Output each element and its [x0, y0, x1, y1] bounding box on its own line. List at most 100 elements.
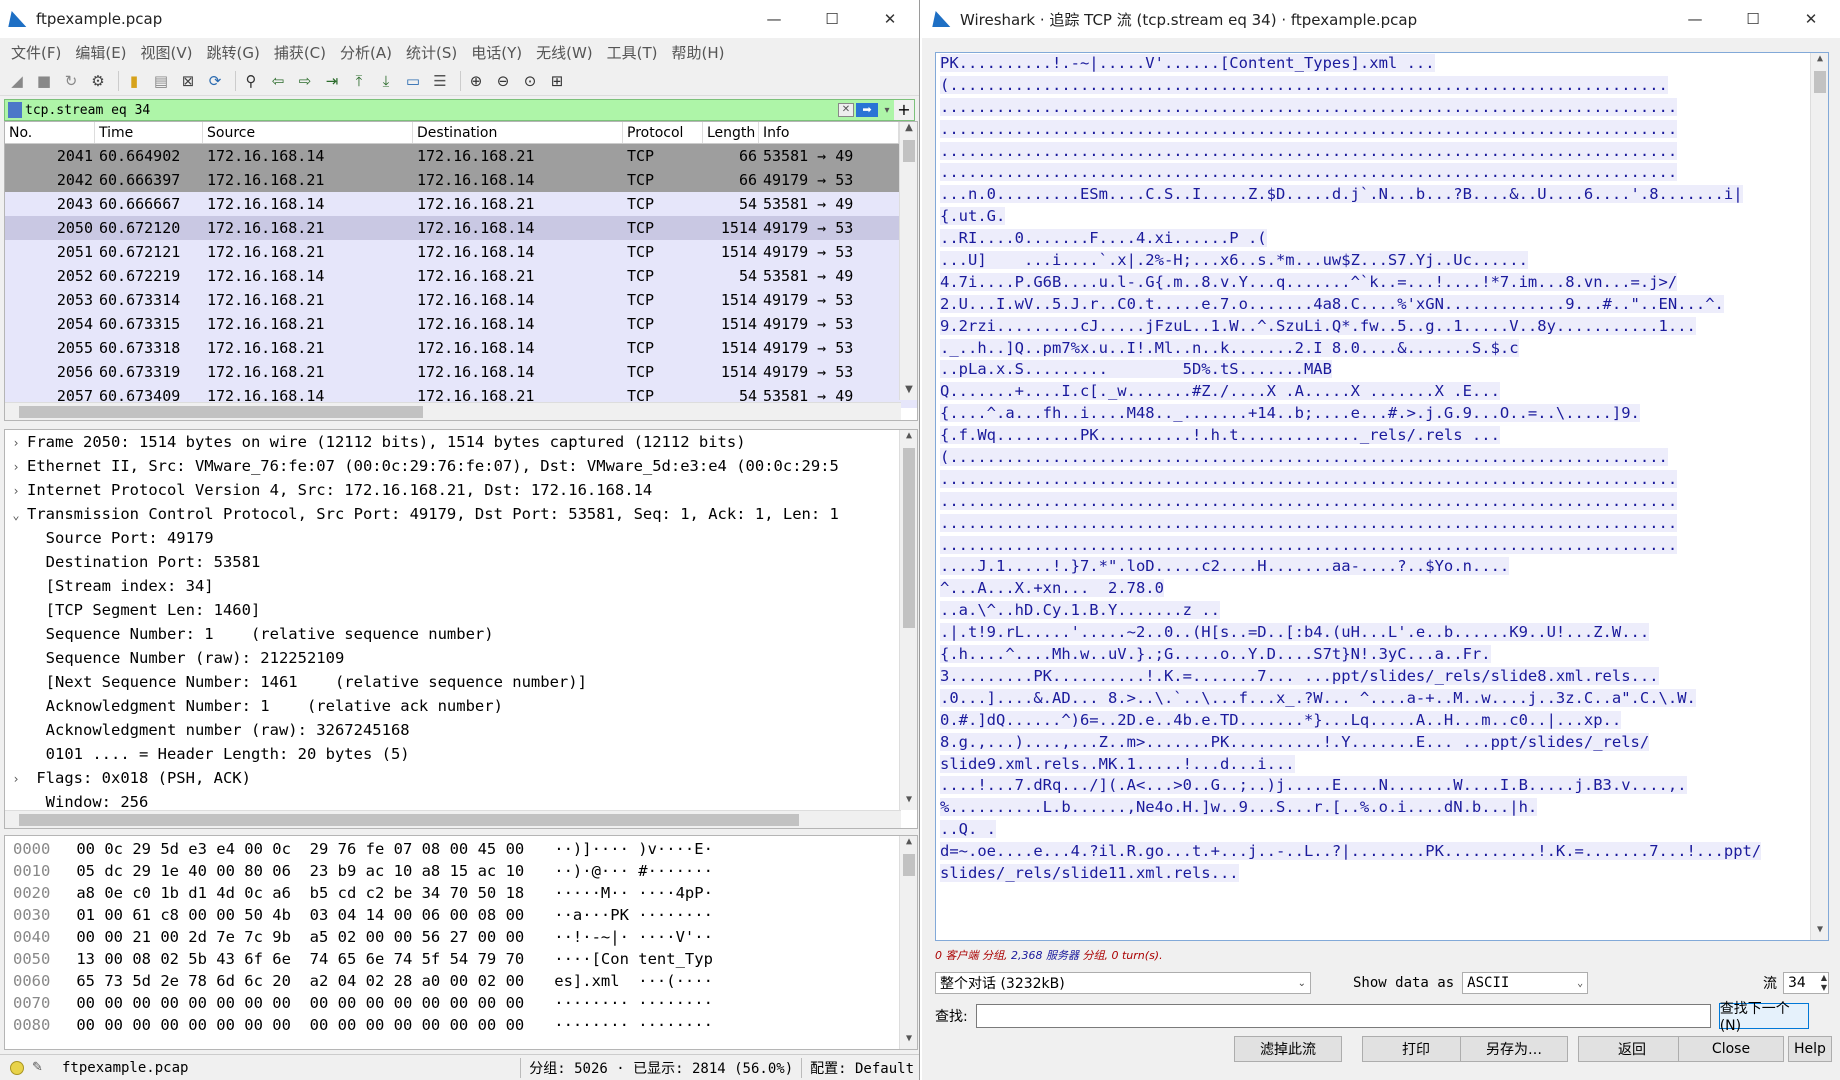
scroll-down-icon[interactable]: ▼	[900, 794, 917, 810]
close-dialog-button[interactable]: Close	[1678, 1036, 1784, 1062]
expand-toggle-icon[interactable]: ›	[5, 455, 27, 479]
bookmark-icon[interactable]	[8, 102, 22, 118]
packet-row[interactable]: 2041 60.664902 172.16.168.14 172.16.168.21 T…	[5, 144, 917, 168]
hex-line[interactable]: 0080 00 00 00 00 00 00 00 00 00 00 00 00 …	[5, 1014, 917, 1036]
find-next-button[interactable]: 查找下一个(N)	[1718, 1001, 1809, 1034]
packet-row[interactable]: 2054 60.673315 172.16.168.21 172.16.168.14 T…	[5, 312, 917, 336]
menu-telephony[interactable]: 电话(Y)	[464, 42, 529, 63]
zoom-in-icon[interactable]: ⊕	[465, 70, 487, 92]
menu-file[interactable]: 文件(F)	[4, 42, 68, 63]
go-forward-icon[interactable]: ⇨	[294, 70, 316, 92]
save-as-button[interactable]: 另存为…	[1460, 1036, 1568, 1062]
packet-row[interactable]: 2042 60.666397 172.16.168.21 172.16.168.14 T…	[5, 168, 917, 192]
zoom-out-icon[interactable]: ⊖	[492, 70, 514, 92]
expand-toggle-icon[interactable]: ⌄	[5, 503, 27, 527]
expand-toggle-icon[interactable]: ›	[5, 479, 27, 503]
apply-filter-icon[interactable]: ➡	[856, 103, 878, 117]
expand-toggle-icon[interactable]: ›	[5, 431, 27, 455]
save-file-icon[interactable]: ▤	[150, 70, 172, 92]
start-capture-icon[interactable]: ◢	[6, 70, 28, 92]
hex-line[interactable]: 0060 65 73 5d 2e 78 6d 6c 20 a2 04 02 28 …	[5, 970, 917, 992]
spin-arrows-icon[interactable]: ▲ ▼	[1821, 973, 1827, 993]
capture-options-icon[interactable]: ⚙	[87, 70, 109, 92]
colorize-icon[interactable]: ☰	[429, 70, 451, 92]
hex-line[interactable]: 0000 00 0c 29 5d e3 e4 00 0c 29 76 fe 07 …	[5, 838, 917, 860]
menu-wireless[interactable]: 无线(W)	[529, 42, 600, 63]
scroll-down-icon[interactable]: ▼	[1811, 924, 1828, 940]
menu-analyze[interactable]: 分析(A)	[333, 42, 399, 63]
print-button[interactable]: 打印	[1362, 1036, 1470, 1062]
filter-out-stream-button[interactable]: 滤掉此流	[1234, 1036, 1342, 1062]
hex-line[interactable]: 0070 00 00 00 00 00 00 00 00 00 00 00 00 …	[5, 992, 917, 1014]
detail-line[interactable]: 0101 .... = Header Length: 20 bytes (5)	[5, 742, 917, 766]
stream-vscrollbar[interactable]: ▲ ▼	[1810, 53, 1828, 940]
detail-line[interactable]: Destination Port: 53581	[5, 550, 917, 574]
packet-list-hscrollbar[interactable]	[5, 402, 901, 420]
detail-line[interactable]: › Frame 2050: 1514 bytes on wire (12112 b…	[5, 430, 917, 454]
maximize-button[interactable]: ☐	[803, 0, 861, 38]
menu-capture[interactable]: 捕获(C)	[267, 42, 333, 63]
scroll-up-icon[interactable]: ▲	[1811, 53, 1828, 69]
col-header-protocol[interactable]: Protocol	[623, 122, 703, 143]
resize-columns-icon[interactable]: ⊞	[546, 70, 568, 92]
display-filter-input[interactable]: tcp.stream eq 34	[25, 103, 838, 118]
reload-file-icon[interactable]: ⟳	[204, 70, 226, 92]
close-button[interactable]: ✕	[1782, 0, 1840, 38]
col-header-destination[interactable]: Destination	[413, 122, 623, 143]
maximize-button[interactable]: ☐	[1724, 0, 1782, 38]
bytes-vscrollbar[interactable]: ▲ ▼	[899, 836, 917, 1049]
menu-help[interactable]: 帮助(H)	[665, 42, 732, 63]
packet-row[interactable]: 2043 60.666667 172.16.168.14 172.16.168.21 T…	[5, 192, 917, 216]
go-back-icon[interactable]: ⇦	[267, 70, 289, 92]
back-button[interactable]: 返回	[1578, 1036, 1686, 1062]
detail-line[interactable]: Sequence Number (raw): 212252109	[5, 646, 917, 670]
hex-line[interactable]: 0030 01 00 61 c8 00 00 50 4b 03 04 14 00 …	[5, 904, 917, 926]
menu-go[interactable]: 跳转(G)	[200, 42, 267, 63]
scroll-up-icon[interactable]: ▲	[900, 122, 917, 138]
packet-list-vscrollbar[interactable]: ▲ ▼	[899, 122, 917, 400]
stream-content[interactable]: PK..........!.-~|.....V'......[Content_T…	[935, 52, 1829, 941]
show-data-as-select[interactable]: ASCII ⌄	[1462, 972, 1589, 994]
col-header-time[interactable]: Time	[95, 122, 203, 143]
find-packet-icon[interactable]: ⚲	[240, 70, 262, 92]
packet-row[interactable]: 2053 60.673314 172.16.168.21 172.16.168.14 T…	[5, 288, 917, 312]
col-header-no[interactable]: No.	[5, 122, 95, 143]
hex-line[interactable]: 0020 a8 0e c0 1b d1 4d 0c a6 b5 cd c2 be …	[5, 882, 917, 904]
details-vscrollbar[interactable]: ▲ ▼	[899, 430, 917, 810]
expand-toggle-icon[interactable]: ›	[5, 767, 27, 791]
go-to-packet-icon[interactable]: ⇥	[321, 70, 343, 92]
col-header-source[interactable]: Source	[203, 122, 413, 143]
hex-line[interactable]: 0010 05 dc 29 1e 40 00 80 06 23 b9 ac 10 …	[5, 860, 917, 882]
packet-row[interactable]: 2056 60.673319 172.16.168.21 172.16.168.14 T…	[5, 360, 917, 384]
close-file-icon[interactable]: ⊠	[177, 70, 199, 92]
expert-info-icon[interactable]	[10, 1060, 24, 1075]
go-last-icon[interactable]: ⤓	[375, 70, 397, 92]
detail-line[interactable]: ⌄ Transmission Control Protocol, Src Port…	[5, 502, 917, 526]
scroll-up-icon[interactable]: ▲	[900, 430, 917, 446]
hex-line[interactable]: 0040 00 00 21 00 2d 7e 7c 9b a5 02 00 00 …	[5, 926, 917, 948]
hex-line[interactable]: 0050 13 00 08 02 5b 43 6f 6e 74 65 6e 74 …	[5, 948, 917, 970]
packet-row[interactable]: 2055 60.673318 172.16.168.21 172.16.168.14 T…	[5, 336, 917, 360]
menu-edit[interactable]: 编辑(E)	[68, 42, 133, 63]
detail-line[interactable]: › Flags: 0x018 (PSH, ACK)	[5, 766, 917, 790]
menu-tools[interactable]: 工具(T)	[600, 42, 665, 63]
status-profile[interactable]: 配置: Default	[810, 1058, 914, 1078]
zoom-normal-icon[interactable]: ⊙	[519, 70, 541, 92]
detail-line[interactable]: Acknowledgment number (raw): 3267245168	[5, 718, 917, 742]
add-filter-button-icon[interactable]: +	[894, 100, 914, 120]
packet-row[interactable]: 2052 60.672219 172.16.168.14 172.16.168.21 T…	[5, 264, 917, 288]
stream-number-spinbox[interactable]: 34 ▲ ▼	[1783, 972, 1829, 994]
scroll-down-icon[interactable]: ▼	[900, 1033, 917, 1049]
detail-line[interactable]: Source Port: 49179	[5, 526, 917, 550]
autoscroll-icon[interactable]: ▭	[402, 70, 424, 92]
close-button[interactable]: ✕	[861, 0, 919, 38]
minimize-button[interactable]: —	[745, 0, 803, 38]
packet-row[interactable]: 2050 60.672120 172.16.168.21 172.16.168.14 T…	[5, 216, 917, 240]
scroll-up-icon[interactable]: ▲	[900, 836, 917, 852]
detail-line[interactable]: [TCP Segment Len: 1460]	[5, 598, 917, 622]
go-first-icon[interactable]: ⤒	[348, 70, 370, 92]
details-hscrollbar[interactable]	[5, 810, 901, 828]
detail-line[interactable]: [Next Sequence Number: 1461 (relative se…	[5, 670, 917, 694]
detail-line[interactable]: [Stream index: 34]	[5, 574, 917, 598]
detail-line[interactable]: › Ethernet II, Src: VMware_76:fe:07 (00:0…	[5, 454, 917, 478]
